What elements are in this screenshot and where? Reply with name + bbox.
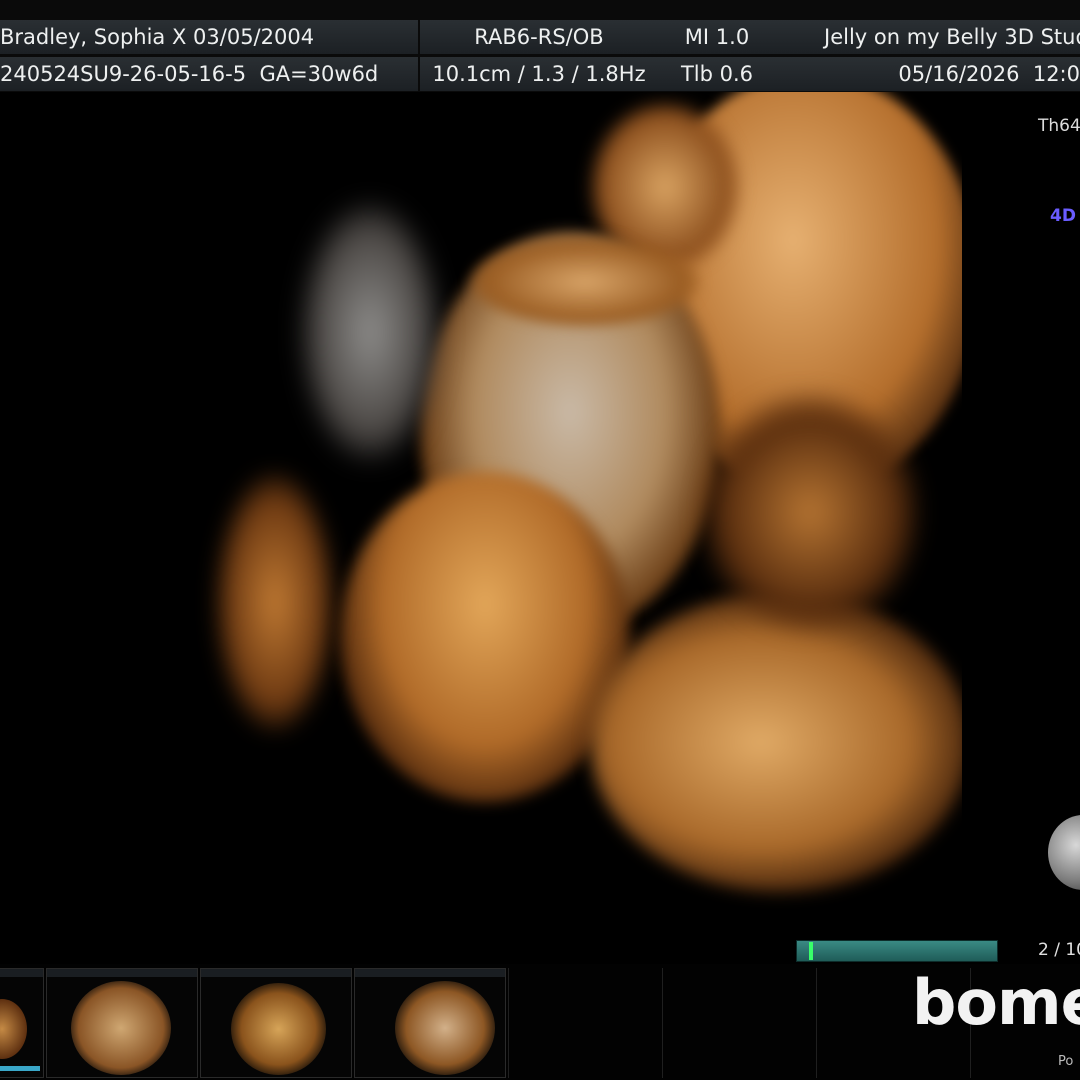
ultrasound-3d-render[interactable] <box>0 92 962 964</box>
exam-id: 240524SU9-26-05-16-5 <box>0 62 247 86</box>
thermal-label: Th64 <box>1038 116 1080 136</box>
thumbnail-header <box>355 969 505 977</box>
studio-name: Jelly on my Belly 3D Studio <box>776 20 1080 54</box>
thumbnail-1[interactable] <box>0 968 44 1078</box>
probe-info: RAB6-RS/OB <box>420 20 660 54</box>
exam-id-ga: 240524SU9-26-05-16-5 GA=30w6d <box>0 57 420 91</box>
thumbnail-4[interactable] <box>354 968 506 1078</box>
scanner-header: Bradley, Sophia X 03/05/2004 RAB6-RS/OB … <box>0 0 1080 92</box>
thumbnail-header <box>201 969 351 977</box>
thermal-index: Tlb 0.6 <box>658 57 778 91</box>
cine-progress-marker[interactable] <box>809 942 813 960</box>
thumbnail-image <box>71 981 171 1075</box>
thumbnail-empty <box>662 968 814 1078</box>
exam-time: 12:0 <box>1032 62 1080 86</box>
thumbnail-2[interactable] <box>46 968 198 1078</box>
render-shape-left-limb <box>215 472 335 732</box>
gestational-age: GA=30w6d <box>259 62 379 86</box>
exam-date: 05/16/2026 <box>898 62 1020 86</box>
patient-info: Bradley, Sophia X 03/05/2004 <box>0 20 420 54</box>
render-shape-grey-form <box>300 202 440 462</box>
render-shape-second-foot <box>340 472 630 802</box>
render-shape-mid-texture <box>700 392 920 632</box>
mode-4d-label: 4D <box>1050 206 1076 226</box>
date-time: 05/16/2026 12:0 <box>776 57 1080 91</box>
header-row-1: Bradley, Sophia X 03/05/2004 RAB6-RS/OB … <box>0 20 1080 54</box>
thumbnail-header <box>47 969 197 977</box>
frame-counter: 2 / 10 <box>1038 940 1080 960</box>
depth-info: 10.1cm / 1.3 / 1.8Hz <box>420 57 660 91</box>
rotation-knob-icon[interactable] <box>1048 815 1080 890</box>
render-shape-toes <box>470 237 700 327</box>
mechanical-index: MI 1.0 <box>658 20 778 54</box>
thumbnail-image <box>0 999 27 1059</box>
brand-logo: bome <box>912 966 1080 1039</box>
cine-progress-bar[interactable] <box>796 940 998 962</box>
header-row-2: 240524SU9-26-05-16-5 GA=30w6d 10.1cm / 1… <box>0 57 1080 91</box>
footer-text: Po <box>1058 1054 1074 1069</box>
thumbnail-header <box>0 969 43 977</box>
thumbnail-image <box>395 981 495 1075</box>
thumbnail-selection-bar <box>0 1066 40 1071</box>
render-shape-leg <box>590 592 962 892</box>
thumbnail-empty <box>508 968 660 1078</box>
thumbnail-3[interactable] <box>200 968 352 1078</box>
thumbnail-image <box>231 983 326 1075</box>
